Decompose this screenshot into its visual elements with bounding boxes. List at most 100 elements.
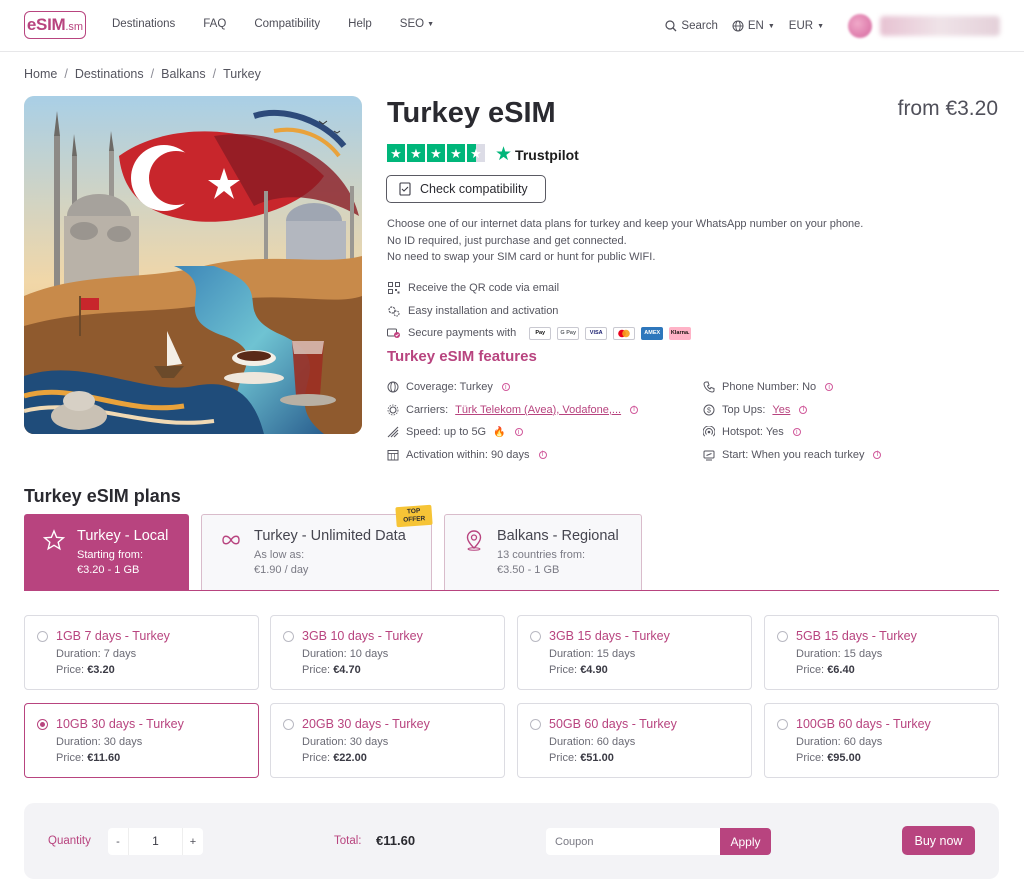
description-line: No ID required, just purchase and get co…: [387, 234, 627, 247]
total-value: €11.60: [376, 833, 416, 848]
plan-card-3gb-15days[interactable]: 3GB 15 days - Turkey Duration: 15 days P…: [517, 615, 752, 690]
tab-turkey-local[interactable]: Turkey - Local Starting from: €3.20 - 1 …: [24, 514, 189, 590]
breadcrumb-separator: /: [64, 67, 68, 81]
tab-title: Balkans - Regional: [497, 528, 619, 544]
plan-name: 50GB 60 days - Turkey: [549, 717, 677, 731]
main-nav: Destinations FAQ Compatibility Help SEO …: [112, 18, 434, 30]
quantity-value[interactable]: 1: [128, 828, 183, 855]
esim-logo[interactable]: eSIM .sm: [24, 11, 86, 39]
plan-radio[interactable]: [283, 719, 294, 730]
info-icon[interactable]: i: [792, 428, 801, 437]
quantity-decrement-button[interactable]: -: [108, 836, 128, 848]
feature-label: Carriers:: [406, 403, 449, 416]
feature-top-ups: $ Top Ups: Yes i: [703, 399, 913, 422]
info-icon[interactable]: i: [501, 383, 510, 392]
secure-card-icon: [387, 327, 400, 340]
plan-duration: Duration: 60 days: [549, 736, 636, 748]
language-selector[interactable]: EN ▼: [732, 20, 775, 32]
star-icon: ★: [447, 144, 465, 162]
plan-card-3gb-10days[interactable]: 3GB 10 days - Turkey Duration: 10 days P…: [270, 615, 505, 690]
info-icon[interactable]: i: [799, 405, 808, 414]
mastercard-logo: [613, 326, 636, 340]
perk-secure-payments: Secure payments with Pay G Pay VISA AMEX…: [387, 322, 692, 345]
plan-price-line: Price: €95.00: [796, 752, 861, 764]
carriers-link[interactable]: Türk Telekom (Avea), Vodafone,...: [455, 404, 621, 416]
check-compatibility-button[interactable]: Check compatibility: [386, 175, 546, 203]
plan-price-value: €22.00: [333, 752, 367, 764]
quantity-increment-button[interactable]: +: [183, 836, 203, 848]
plan-card-20gb-30days[interactable]: 20GB 30 days - Turkey Duration: 30 days …: [270, 703, 505, 778]
nav-seo-dropdown[interactable]: SEO ▼: [400, 18, 434, 30]
plan-radio[interactable]: [530, 719, 541, 730]
tab-balkans-regional[interactable]: Balkans - Regional 13 countries from: €3…: [444, 514, 642, 590]
plan-name: 3GB 10 days - Turkey: [302, 629, 423, 643]
perk-qr-code: Receive the QR code via email: [387, 277, 691, 300]
currency-selector[interactable]: EUR ▼: [789, 20, 824, 32]
user-account-menu[interactable]: [848, 14, 1000, 38]
star-outline-icon: [43, 529, 65, 551]
coupon-input[interactable]: [546, 828, 721, 855]
info-icon[interactable]: i: [630, 405, 639, 414]
top-ups-link[interactable]: Yes: [772, 404, 790, 416]
plan-radio[interactable]: [283, 631, 294, 642]
feature-text: Hotspot: Yes: [722, 426, 784, 439]
hotspot-icon: [703, 426, 715, 437]
breadcrumb: Home / Destinations / Balkans / Turkey: [24, 67, 261, 81]
plan-card-1gb-7days[interactable]: 1GB 7 days - Turkey Duration: 7 days Pri…: [24, 615, 259, 690]
trustpilot-rating-stars[interactable]: ★ ★ ★ ★ ★: [387, 144, 485, 162]
feature-label: Top Ups:: [722, 403, 766, 416]
checkout-bar: Quantity - 1 + Total: €11.60 Apply Buy n…: [24, 803, 999, 879]
currency-value: EUR: [788, 20, 814, 32]
plan-price-label: Price:: [796, 664, 825, 676]
features-heading: Turkey eSIM features: [387, 348, 537, 365]
nav-destinations[interactable]: Destinations: [112, 18, 175, 30]
breadcrumb-home[interactable]: Home: [24, 67, 57, 81]
search-button[interactable]: Search: [665, 20, 718, 32]
breadcrumb-separator: /: [212, 67, 217, 81]
perk-installation: Easy installation and activation: [387, 300, 691, 323]
info-icon[interactable]: i: [538, 450, 547, 459]
plan-radio[interactable]: [777, 719, 788, 730]
plan-price-value: €6.40: [827, 664, 855, 676]
plan-radio[interactable]: [530, 631, 541, 642]
apple-pay-logo: Pay: [529, 326, 552, 340]
star-icon: ★: [427, 144, 445, 162]
plan-price-label: Price:: [549, 752, 578, 764]
plan-duration: Duration: 15 days: [796, 648, 883, 660]
plan-name: 5GB 15 days - Turkey: [796, 629, 917, 643]
feature-activation: Activation within: 90 days i: [387, 444, 703, 467]
info-icon[interactable]: i: [825, 383, 834, 392]
logo-main-text: eSIM: [26, 15, 66, 34]
plan-duration: Duration: 7 days: [56, 648, 137, 660]
nav-faq[interactable]: FAQ: [203, 18, 226, 30]
chevron-down-icon: ▼: [427, 20, 435, 28]
search-label: Search: [681, 20, 718, 32]
feature-start: Start: When you reach turkey i: [703, 444, 913, 467]
plan-radio[interactable]: [37, 631, 48, 642]
amex-logo: AMEX: [641, 326, 664, 340]
info-icon[interactable]: i: [873, 450, 882, 459]
buy-now-button[interactable]: Buy now: [902, 826, 975, 855]
nav-help[interactable]: Help: [348, 18, 372, 30]
breadcrumb-destinations[interactable]: Destinations: [75, 67, 144, 81]
plan-price-value: €11.60: [87, 752, 121, 764]
trustpilot-logo[interactable]: ★ Trustpilot: [495, 145, 579, 164]
plan-price-value: €4.70: [333, 664, 361, 676]
plan-radio[interactable]: [777, 631, 788, 642]
info-icon[interactable]: i: [514, 428, 523, 437]
globe-icon: [387, 381, 399, 393]
nav-compatibility[interactable]: Compatibility: [254, 18, 320, 30]
plan-price-line: Price: €22.00: [302, 752, 367, 764]
breadcrumb-balkans[interactable]: Balkans: [161, 67, 205, 81]
plan-card-5gb-15days[interactable]: 5GB 15 days - Turkey Duration: 15 days P…: [764, 615, 999, 690]
chevron-down-icon: ▼: [767, 22, 775, 30]
plan-card-10gb-30days[interactable]: 10GB 30 days - Turkey Duration: 30 days …: [24, 703, 259, 778]
feature-text: Coverage: Turkey: [406, 381, 493, 394]
apply-coupon-button[interactable]: Apply: [720, 828, 771, 855]
plan-card-50gb-60days[interactable]: 50GB 60 days - Turkey Duration: 60 days …: [517, 703, 752, 778]
google-pay-logo: G Pay: [557, 326, 580, 340]
plan-price-line: Price: €51.00: [549, 752, 614, 764]
plan-name: 20GB 30 days - Turkey: [302, 717, 430, 731]
plan-radio-selected[interactable]: [37, 719, 48, 730]
plan-card-100gb-60days[interactable]: 100GB 60 days - Turkey Duration: 60 days…: [764, 703, 999, 778]
